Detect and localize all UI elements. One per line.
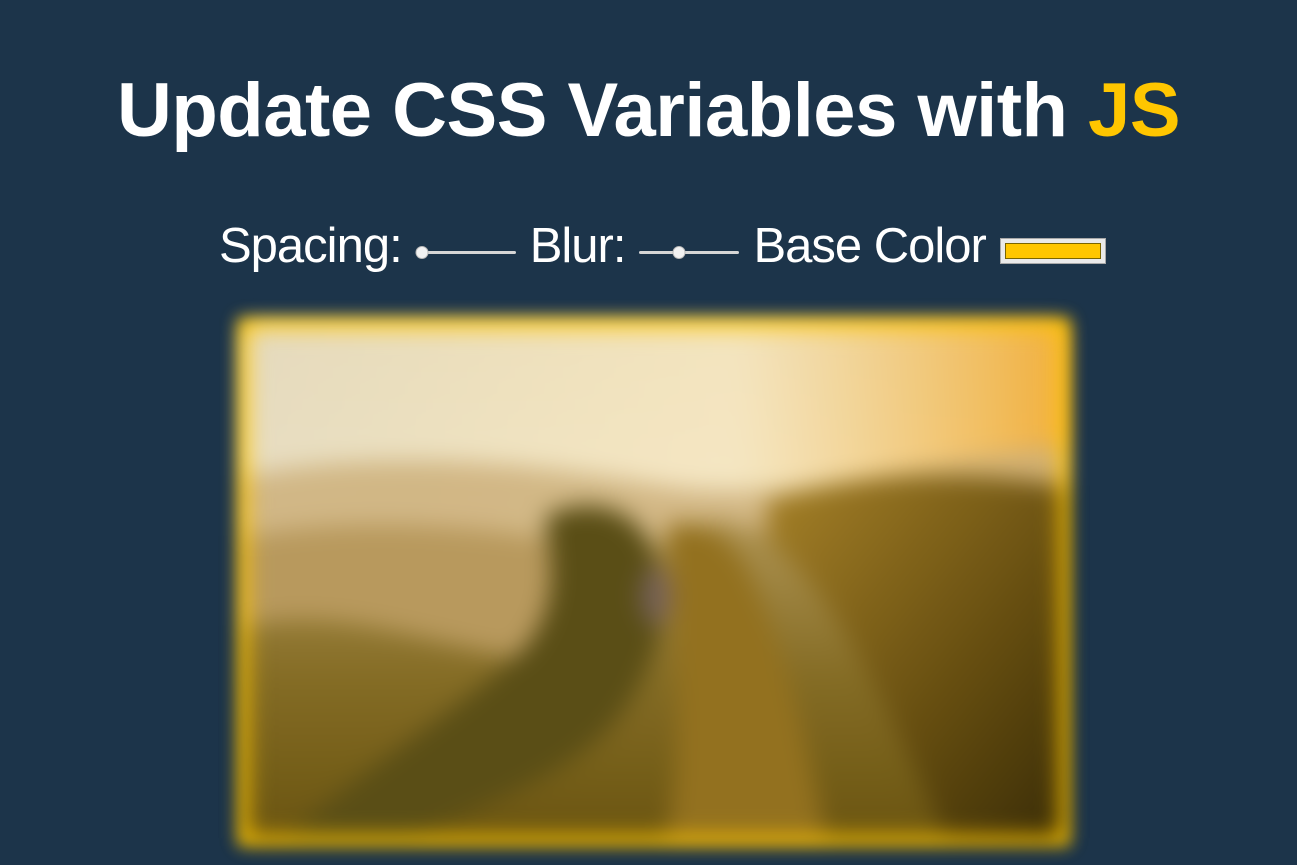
spacing-slider-track[interactable] <box>415 251 516 254</box>
base-color-swatch[interactable] <box>1004 243 1101 259</box>
base-color-picker[interactable] <box>999 238 1106 264</box>
title-accent: JS <box>1088 68 1181 153</box>
spacing-slider-thumb[interactable] <box>415 246 429 259</box>
blur-slider-thumb[interactable] <box>672 246 686 259</box>
blur-slider-track[interactable] <box>639 251 740 254</box>
blur-label: Blur: <box>529 219 627 273</box>
title-text: Update CSS Variables with <box>116 68 1089 153</box>
blur-slider[interactable] <box>639 246 740 260</box>
spacing-slider[interactable] <box>415 246 516 260</box>
base-color-label: Base Color <box>753 219 986 273</box>
page-title: Update CSS Variables with JS <box>0 66 1297 156</box>
controls-bar: Spacing: Blur: Base Color <box>219 216 1106 276</box>
landscape-image <box>246 326 1062 838</box>
mountain-landscape-icon <box>246 326 1062 838</box>
spacing-label: Spacing: <box>219 219 403 273</box>
